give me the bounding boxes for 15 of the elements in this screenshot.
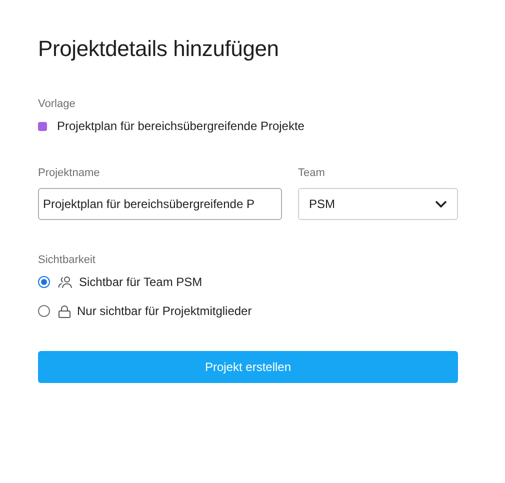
radio-button[interactable] xyxy=(38,276,50,288)
visibility-option-label: Sichtbar für Team PSM xyxy=(79,275,202,289)
visibility-option-label: Nur sichtbar für Projektmitglieder xyxy=(77,304,252,318)
dialog-title: Projektdetails hinzufügen xyxy=(38,36,280,62)
project-name-field[interactable]: Projektplan für bereichsübergreifende P xyxy=(38,188,282,220)
radio-button[interactable] xyxy=(38,305,50,317)
template-name: Projektplan für bereichsübergreifende Projekte xyxy=(57,119,304,133)
lock-icon xyxy=(58,304,71,318)
template-label: Vorlage xyxy=(38,98,76,110)
team-label: Team xyxy=(298,167,326,179)
project-name-label: Projektname xyxy=(38,167,101,179)
team-dropdown[interactable]: PSM xyxy=(298,188,458,220)
chevron-down-icon xyxy=(435,200,447,208)
people-icon xyxy=(58,276,73,288)
visibility-label: Sichtbarkeit xyxy=(38,254,96,266)
